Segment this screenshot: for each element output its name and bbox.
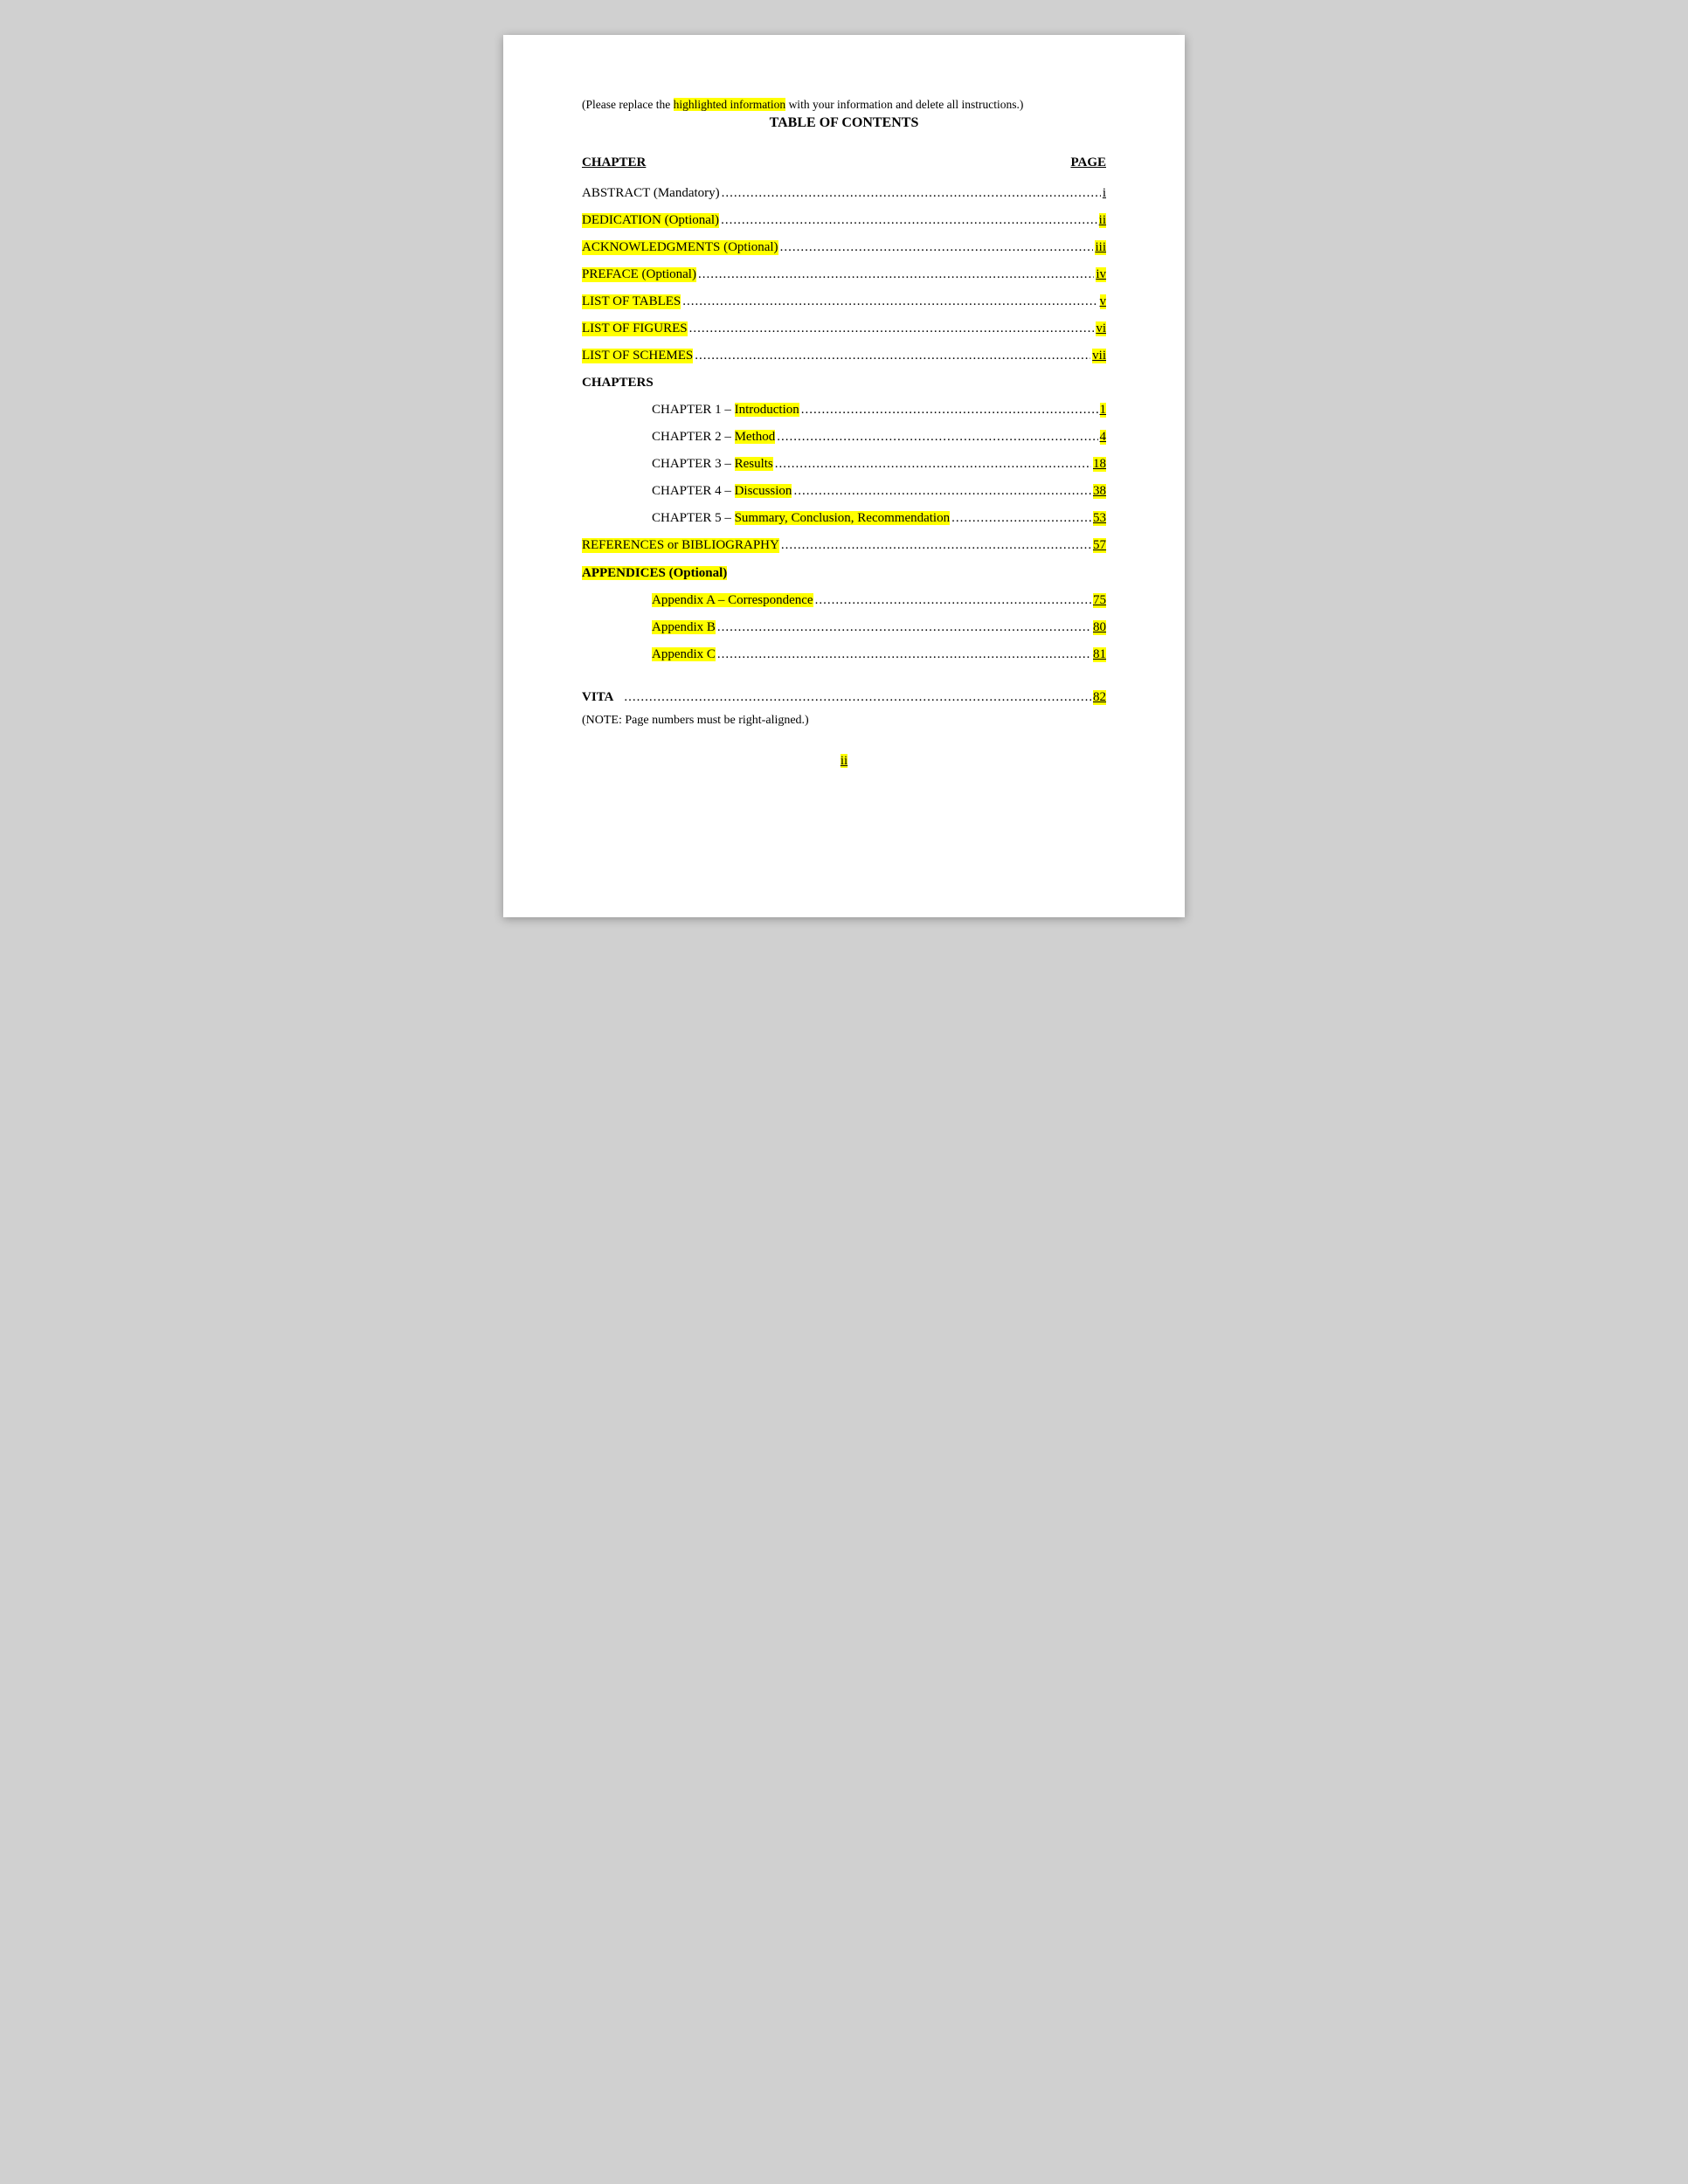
chapter4-label: CHAPTER 4 – Discussion [652, 484, 792, 499]
note-line: (NOTE: Page numbers must be right-aligne… [582, 714, 1106, 728]
toc-entry-chapter3: CHAPTER 3 – Results 18 [582, 457, 1106, 472]
toc-entry-acknowledgments: ACKNOWLEDGMENTS (Optional) iii [582, 240, 1106, 255]
chapter-header: CHAPTER [582, 156, 646, 170]
vita-dots [624, 690, 1091, 705]
toc-entry-list-of-schemes: LIST OF SCHEMES vii [582, 349, 1106, 363]
acknowledgments-dots [780, 240, 1094, 255]
chapter4-dots [793, 484, 1091, 499]
preface-label: PREFACE (Optional) [582, 267, 696, 282]
list-of-schemes-dots [695, 349, 1090, 363]
chapter2-label: CHAPTER 2 – Method [652, 430, 775, 445]
toc-entry-preface: PREFACE (Optional) iv [582, 267, 1106, 282]
instruction-line: (Please replace the highlighted informat… [582, 98, 1106, 112]
document-page: (Please replace the highlighted informat… [503, 35, 1185, 917]
preface-dots [698, 267, 1094, 282]
toc-header-row: CHAPTER PAGE [582, 156, 1106, 170]
toc-entry-abstract: ABSTRACT (Mandatory) i [582, 186, 1106, 201]
references-page: 57 [1093, 538, 1106, 553]
dedication-page: ii [1099, 213, 1106, 228]
dedication-label: DEDICATION (Optional) [582, 213, 719, 228]
chapters-section-header: CHAPTERS [582, 376, 1106, 390]
appendix-c-page: 81 [1093, 647, 1106, 662]
list-of-schemes-page: vii [1092, 349, 1106, 363]
chapter5-dots [951, 511, 1091, 526]
appendices-header: APPENDICES (Optional) [582, 565, 1106, 581]
abstract-label: ABSTRACT (Mandatory) [582, 186, 720, 201]
chapter1-dots [801, 403, 1098, 418]
chapter1-label: CHAPTER 1 – Introduction [652, 403, 799, 418]
vita-page: 82 [1093, 690, 1106, 705]
instruction-highlight: highlighted information [674, 98, 786, 111]
dedication-dots [721, 213, 1097, 228]
appendix-a-page: 75 [1093, 593, 1106, 608]
toc-entry-dedication: DEDICATION (Optional) ii [582, 213, 1106, 228]
list-of-tables-dots [682, 294, 1097, 309]
list-of-figures-dots [689, 321, 1095, 336]
toc-entry-chapter4: CHAPTER 4 – Discussion 38 [582, 484, 1106, 499]
instruction-text-before: (Please replace the [582, 98, 674, 111]
acknowledgments-page: iii [1095, 240, 1106, 255]
references-dots [781, 538, 1091, 553]
current-page-number: ii [841, 754, 847, 768]
toc-entry-appendix-a: Appendix A – Correspondence 75 [582, 593, 1106, 608]
toc-entry-chapter2: CHAPTER 2 – Method 4 [582, 430, 1106, 445]
list-of-figures-page: vi [1096, 321, 1106, 336]
chapter5-page: 53 [1093, 511, 1106, 526]
chapter3-dots [775, 457, 1091, 472]
chapter2-dots [777, 430, 1097, 445]
toc-entry-appendix-c: Appendix C 81 [582, 647, 1106, 662]
appendix-b-page: 80 [1093, 620, 1106, 635]
abstract-page: i [1103, 186, 1106, 201]
list-of-schemes-label: LIST OF SCHEMES [582, 349, 693, 363]
chapter5-label: CHAPTER 5 – Summary, Conclusion, Recomme… [652, 511, 950, 526]
toc-entry-appendix-b: Appendix B 80 [582, 620, 1106, 635]
appendices-header-text: APPENDICES (Optional) [582, 566, 727, 580]
toc-entry-chapter1: CHAPTER 1 – Introduction 1 [582, 403, 1106, 418]
appendix-b-dots [717, 620, 1091, 635]
appendix-b-label: Appendix B [652, 620, 716, 635]
page-number-area: ii [582, 754, 1106, 769]
appendix-a-dots [815, 593, 1091, 608]
chapter1-page: 1 [1100, 403, 1107, 418]
vita-row: VITA 82 [582, 690, 1106, 705]
vita-label: VITA [582, 690, 613, 705]
chapter4-page: 38 [1093, 484, 1106, 499]
page-header: PAGE [1070, 156, 1106, 170]
list-of-figures-label: LIST OF FIGURES [582, 321, 688, 336]
chapter2-page: 4 [1100, 430, 1107, 445]
page-title: TABLE OF CONTENTS [582, 115, 1106, 131]
chapter3-page: 18 [1093, 457, 1106, 472]
list-of-tables-label: LIST OF TABLES [582, 294, 681, 309]
preface-page: iv [1096, 267, 1106, 282]
toc-entry-references: REFERENCES or BIBLIOGRAPHY 57 [582, 538, 1106, 553]
toc-entry-chapter5: CHAPTER 5 – Summary, Conclusion, Recomme… [582, 511, 1106, 526]
instruction-text-after: with your information and delete all ins… [785, 98, 1023, 111]
appendix-c-dots [717, 647, 1091, 662]
abstract-dots [722, 186, 1101, 201]
toc-entry-list-of-tables: LIST OF TABLES v [582, 294, 1106, 309]
references-label: REFERENCES or BIBLIOGRAPHY [582, 538, 779, 553]
list-of-tables-page: v [1100, 294, 1107, 309]
appendix-a-label: Appendix A – Correspondence [652, 593, 813, 608]
chapter3-label: CHAPTER 3 – Results [652, 457, 773, 472]
appendix-c-label: Appendix C [652, 647, 716, 662]
acknowledgments-label: ACKNOWLEDGMENTS (Optional) [582, 240, 778, 255]
toc-entry-list-of-figures: LIST OF FIGURES vi [582, 321, 1106, 336]
